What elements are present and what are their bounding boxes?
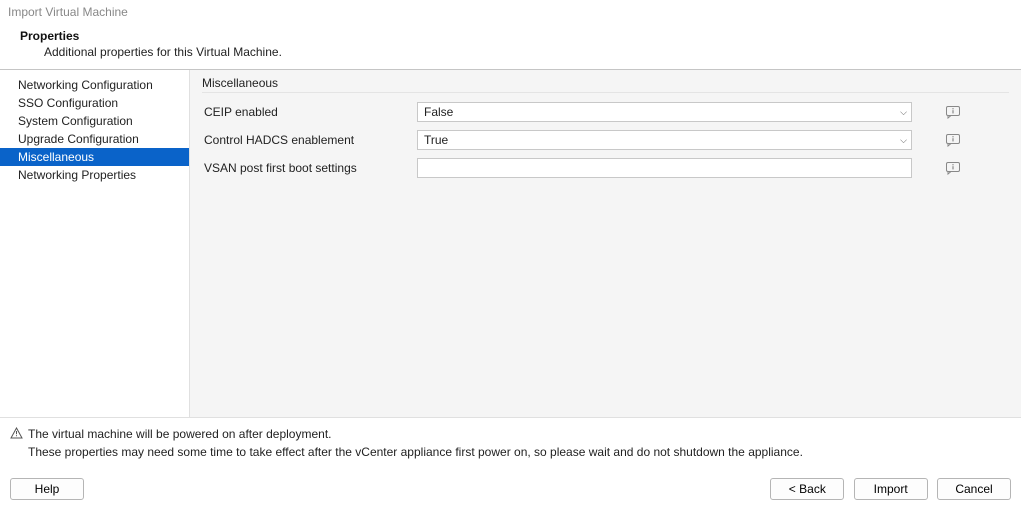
group-label: Miscellaneous (202, 76, 1009, 93)
tooltip-icon[interactable] (944, 160, 962, 176)
window-title: Import Virtual Machine (0, 0, 1021, 23)
row-ceip-enabled: CEIP enabled False ⌵ (202, 101, 1009, 123)
select-value: True (424, 133, 448, 147)
tooltip-icon[interactable] (944, 132, 962, 148)
note-line-1: The virtual machine will be powered on a… (28, 426, 332, 442)
button-bar: Help < Back Import Cancel (0, 472, 1021, 510)
chevron-down-icon: ⌵ (900, 107, 907, 118)
sidebar-item-miscellaneous[interactable]: Miscellaneous (0, 148, 189, 166)
cancel-button[interactable]: Cancel (937, 478, 1011, 500)
back-button[interactable]: < Back (770, 478, 844, 500)
label-control-hadcs: Control HADCS enablement (202, 133, 417, 147)
page-subtitle: Additional properties for this Virtual M… (20, 45, 1001, 59)
warning-icon (8, 427, 24, 439)
row-vsan-post-first-boot: VSAN post first boot settings (202, 157, 1009, 179)
label-vsan-post-first-boot: VSAN post first boot settings (202, 161, 417, 175)
sidebar-item-networking-configuration[interactable]: Networking Configuration (0, 76, 189, 94)
page-title: Properties (20, 29, 1001, 43)
import-button[interactable]: Import (854, 478, 928, 500)
sidebar-item-sso-configuration[interactable]: SSO Configuration (0, 94, 189, 112)
label-ceip-enabled: CEIP enabled (202, 105, 417, 119)
row-control-hadcs: Control HADCS enablement True ⌵ (202, 129, 1009, 151)
sidebar-item-upgrade-configuration[interactable]: Upgrade Configuration (0, 130, 189, 148)
sidebar: Networking Configuration SSO Configurati… (0, 70, 190, 417)
sidebar-item-system-configuration[interactable]: System Configuration (0, 112, 189, 130)
tooltip-icon[interactable] (944, 104, 962, 120)
note-line-2: These properties may need some time to t… (28, 444, 803, 460)
select-ceip-enabled[interactable]: False ⌵ (417, 102, 912, 122)
select-control-hadcs[interactable]: True ⌵ (417, 130, 912, 150)
header: Properties Additional properties for thi… (0, 23, 1021, 70)
select-value: False (424, 105, 453, 119)
chevron-down-icon: ⌵ (900, 135, 907, 146)
footer-notes: The virtual machine will be powered on a… (0, 417, 1021, 472)
properties-panel: Miscellaneous CEIP enabled False ⌵ Contr… (190, 70, 1021, 417)
input-vsan-post-first-boot[interactable] (417, 158, 912, 178)
sidebar-item-networking-properties[interactable]: Networking Properties (0, 166, 189, 184)
body: Networking Configuration SSO Configurati… (0, 70, 1021, 417)
help-button[interactable]: Help (10, 478, 84, 500)
